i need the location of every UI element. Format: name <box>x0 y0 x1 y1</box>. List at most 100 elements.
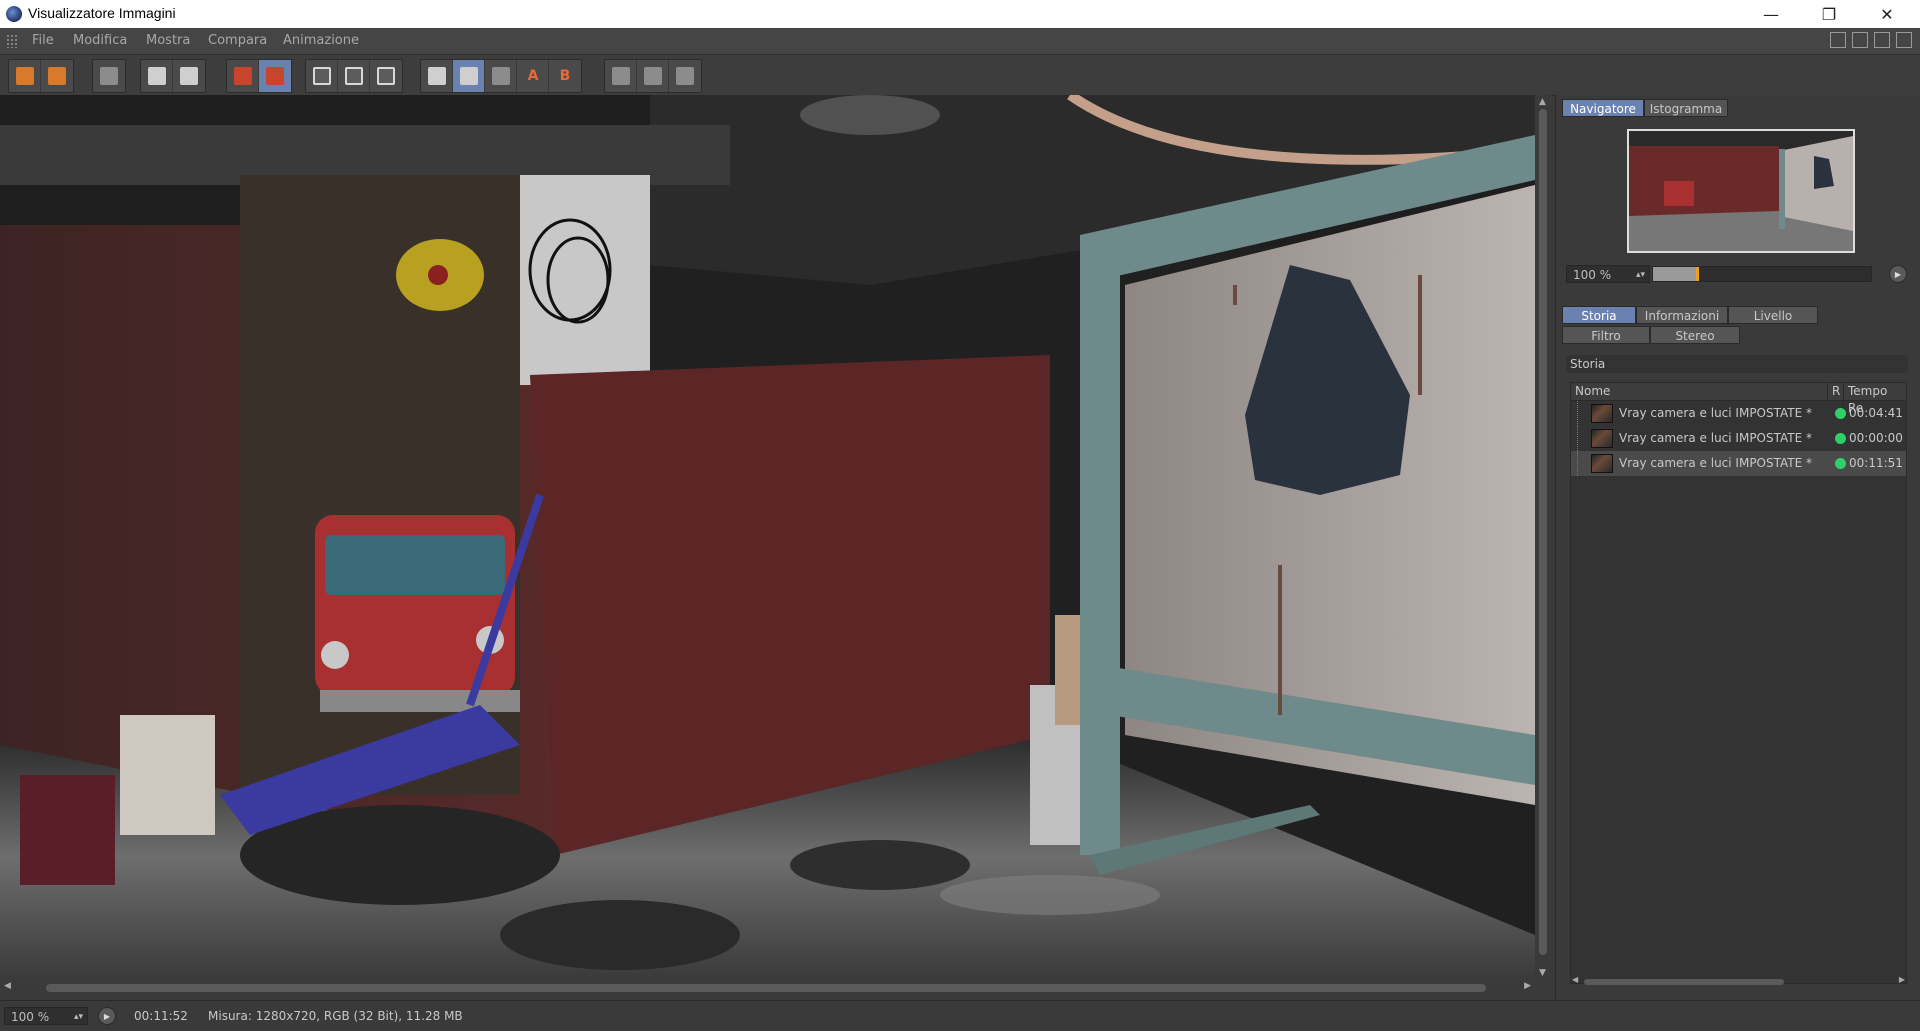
play-icon: ▶ <box>1894 270 1902 279</box>
history-item-time: 00:11:51 <box>1849 456 1903 470</box>
channel-right-button[interactable] <box>669 60 701 92</box>
tab-livello[interactable]: Livello <box>1728 306 1818 324</box>
fit-button[interactable] <box>141 60 173 92</box>
render-pictureviewer-button[interactable] <box>370 60 402 92</box>
toolbar: A B <box>0 54 1920 96</box>
play-button[interactable]: ▶ <box>98 1007 116 1025</box>
magnifier-icon <box>180 67 198 85</box>
history-row[interactable]: Vray camera e luci IMPOSTATE * 00:04:41 <box>1571 401 1906 426</box>
restore-button[interactable]: ❐ <box>1800 0 1858 28</box>
magnifier-button[interactable] <box>173 60 205 92</box>
history-table-header: Nome R Tempo Re <box>1571 383 1906 417</box>
render-region-icon <box>313 67 331 85</box>
scroll-left-icon[interactable]: ◀ <box>1572 975 1578 984</box>
move-panel-icon[interactable] <box>1874 32 1890 48</box>
viewport-vertical-scrollbar[interactable]: ▲ ▼ <box>1535 95 1551 980</box>
image-viewport[interactable] <box>0 95 1535 980</box>
close-button[interactable]: ✕ <box>1858 0 1916 28</box>
spinner-icon[interactable]: ▴▾ <box>1636 266 1645 284</box>
toolbar-group-channels <box>604 59 702 93</box>
tab-stereo[interactable]: Stereo <box>1650 326 1740 344</box>
scroll-down-icon[interactable]: ▼ <box>1539 968 1546 978</box>
horizontal-scroll-thumb[interactable] <box>46 984 1486 992</box>
toolbar-group-history <box>226 59 292 93</box>
render-thumbnail <box>1591 429 1613 448</box>
ab-swap-button[interactable] <box>485 60 517 92</box>
toolbar-group-view <box>140 59 206 93</box>
save-button[interactable] <box>41 60 73 92</box>
window-title: Visualizzatore Immagini <box>28 5 176 21</box>
scroll-right-icon[interactable]: ▶ <box>1899 975 1905 984</box>
compare-ab-button[interactable] <box>421 60 453 92</box>
toolbar-group-grid <box>92 59 126 93</box>
play-icon: ▶ <box>103 1012 111 1021</box>
history-row[interactable]: Vray camera e luci IMPOSTATE * 00:00:00 <box>1571 426 1906 451</box>
history-scroll-thumb[interactable] <box>1584 979 1784 985</box>
menu-animazione[interactable]: Animazione <box>283 33 359 48</box>
render-region-button[interactable] <box>306 60 338 92</box>
open-icon <box>16 67 34 85</box>
menu-modifica[interactable]: Modifica <box>73 33 127 48</box>
dock-panel-icon[interactable] <box>1896 32 1912 48</box>
toolbar-group-compare: A B <box>420 59 582 93</box>
menu-compara[interactable]: Compara <box>208 33 267 48</box>
slider-marker[interactable] <box>1695 267 1699 281</box>
spinner-icon[interactable]: ▴▾ <box>74 1008 83 1026</box>
history-horizontal-scrollbar[interactable]: ◀ ▶ <box>1570 975 1907 989</box>
history-item-name: Vray camera e luci IMPOSTATE * <box>1619 406 1813 420</box>
new-panel-icon[interactable] <box>1852 32 1868 48</box>
render-pictureviewer-icon <box>377 67 395 85</box>
column-r[interactable]: R <box>1827 383 1840 400</box>
scroll-right-icon[interactable]: ▶ <box>1524 981 1531 991</box>
ab-swap-icon <box>492 67 510 85</box>
channel-both-button[interactable] <box>637 60 669 92</box>
layout-controls <box>1830 32 1912 48</box>
scroll-up-icon[interactable]: ▲ <box>1539 97 1546 107</box>
set-b-icon: B <box>559 68 571 84</box>
fit-icon <box>148 67 166 85</box>
zoom-field[interactable]: 100 % ▴▾ <box>4 1007 88 1025</box>
column-nome[interactable]: Nome <box>1575 383 1610 400</box>
panel-layout-icon[interactable] <box>1830 32 1846 48</box>
status-dot-icon <box>1835 408 1846 419</box>
render-thumbnail <box>1591 454 1613 473</box>
menu-file[interactable]: File <box>32 33 54 48</box>
set-a-button[interactable]: A <box>517 60 549 92</box>
render-frame-button[interactable] <box>338 60 370 92</box>
history-item-time: 00:00:00 <box>1849 431 1903 445</box>
set-b-button[interactable]: B <box>549 60 581 92</box>
channel-right-icon <box>676 67 694 85</box>
tab-informazioni[interactable]: Informazioni <box>1636 306 1728 324</box>
menu-bar: File Modifica Mostra Compara Animazione <box>0 28 1920 54</box>
scroll-left-icon[interactable]: ◀ <box>4 981 11 991</box>
title-bar: Visualizzatore Immagini — ❐ ✕ <box>0 0 1920 28</box>
tab-filtro[interactable]: Filtro <box>1562 326 1650 344</box>
grid-button[interactable] <box>93 60 125 92</box>
tab-istogramma[interactable]: Istogramma <box>1644 99 1728 117</box>
toolbar-group-file <box>8 59 74 93</box>
navigator-thumbnail[interactable] <box>1627 129 1855 253</box>
menu-mostra[interactable]: Mostra <box>146 33 190 48</box>
image-info: Misura: 1280x720, RGB (32 Bit), 11.28 MB <box>208 1009 463 1023</box>
navigator-play-button[interactable]: ▶ <box>1889 265 1907 283</box>
vertical-scroll-thumb[interactable] <box>1539 109 1547 955</box>
right-panel: Navigatore Istogramma 100 % ▴▾ ▶ Storia … <box>1555 95 1920 1000</box>
compare-split-button[interactable] <box>453 60 485 92</box>
history-item-name: Vray camera e luci IMPOSTATE * <box>1619 456 1813 470</box>
open-button[interactable] <box>9 60 41 92</box>
render-time: 00:11:52 <box>134 1009 188 1023</box>
navigator-zoom-slider[interactable] <box>1652 266 1872 282</box>
channel-left-button[interactable] <box>605 60 637 92</box>
viewport-horizontal-scrollbar[interactable]: ◀ ▶ <box>0 980 1535 996</box>
minimize-button[interactable]: — <box>1742 0 1800 28</box>
tab-storia[interactable]: Storia <box>1562 306 1636 324</box>
navigator-zoom-field[interactable]: 100 % ▴▾ <box>1566 265 1650 283</box>
clear-history-button[interactable] <box>227 60 259 92</box>
history-row-selected[interactable]: Vray camera e luci IMPOSTATE * 00:11:51 <box>1571 451 1906 476</box>
channel-both-icon <box>644 67 662 85</box>
compare-split-icon <box>460 67 478 85</box>
menu-grip-icon[interactable] <box>6 34 18 48</box>
delete-image-button[interactable] <box>259 60 291 92</box>
tab-navigatore[interactable]: Navigatore <box>1562 99 1644 117</box>
status-dot-icon <box>1835 433 1846 444</box>
